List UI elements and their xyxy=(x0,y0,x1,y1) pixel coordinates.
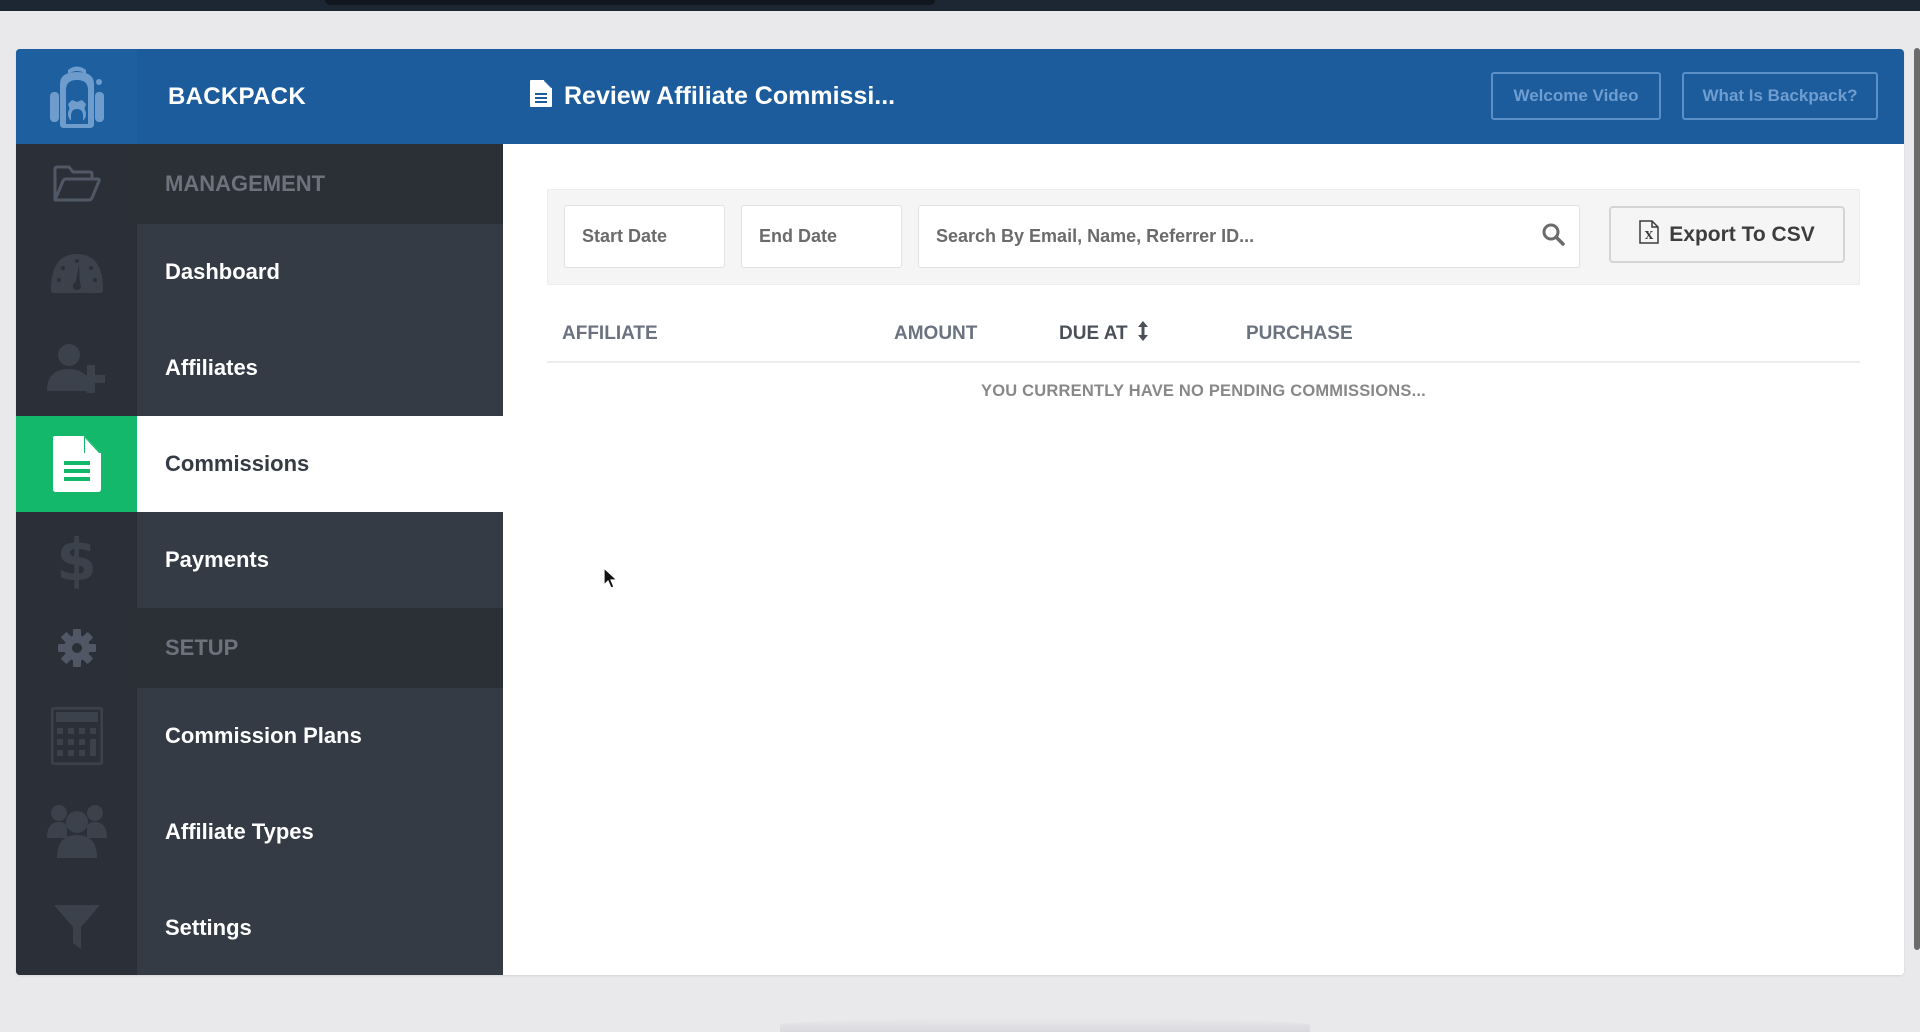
app-window: BACKPACK Review Affiliate Commissi... We… xyxy=(16,49,1904,975)
column-label: PURCHASE xyxy=(1246,323,1353,344)
sidebar-item-settings[interactable]: Settings xyxy=(16,880,503,975)
page-scrollbar[interactable] xyxy=(1914,48,1920,950)
column-label: AMOUNT xyxy=(894,323,978,344)
welcome-video-button[interactable]: Welcome Video xyxy=(1491,72,1661,120)
sort-arrows-icon[interactable] xyxy=(1137,321,1148,347)
dashboard-gauge-icon xyxy=(16,224,137,320)
column-header-due-at[interactable]: DUE AT xyxy=(1059,307,1148,361)
search-input[interactable]: Search By Email, Name, Referrer ID... xyxy=(918,205,1580,268)
export-csv-button[interactable]: X Export To CSV xyxy=(1609,206,1845,263)
sidebar-item-label: Settings xyxy=(165,915,252,940)
user-plus-icon xyxy=(16,320,137,416)
sidebar-item-commission-plans[interactable]: Commission Plans xyxy=(16,688,503,784)
sidebar-item-label: Commissions xyxy=(165,451,310,476)
end-date-placeholder: End Date xyxy=(759,226,838,246)
table-header: AFFILIATE AMOUNT DUE AT PURCHASE xyxy=(547,307,1860,363)
filter-funnel-icon xyxy=(16,880,137,975)
search-placeholder: Search By Email, Name, Referrer ID... xyxy=(936,226,1255,246)
users-group-icon xyxy=(16,784,137,880)
os-top-bar xyxy=(0,0,1920,11)
sidebar-section-setup: SETUP xyxy=(16,608,503,688)
column-header-purchase[interactable]: PURCHASE xyxy=(1246,307,1353,361)
browser-tab-strip xyxy=(325,0,935,5)
sidebar-section-label: MANAGEMENT xyxy=(165,171,326,196)
start-date-input[interactable]: Start Date xyxy=(564,205,725,268)
start-date-placeholder: Start Date xyxy=(582,226,668,246)
end-date-input[interactable]: End Date xyxy=(741,205,902,268)
what-is-backpack-button[interactable]: What Is Backpack? xyxy=(1682,72,1878,120)
sidebar-item-commissions[interactable]: Commissions xyxy=(16,416,503,512)
folder-open-icon xyxy=(16,144,137,224)
sidebar-item-label: Dashboard xyxy=(165,259,280,284)
export-csv-label: Export To CSV xyxy=(1669,222,1815,246)
search-icon[interactable] xyxy=(1541,222,1565,251)
column-header-affiliate[interactable]: AFFILIATE xyxy=(562,307,658,361)
mouse-cursor-icon xyxy=(603,566,619,596)
document-icon xyxy=(16,416,137,512)
app-header: BACKPACK Review Affiliate Commissi... We… xyxy=(16,49,1904,144)
sidebar-item-dashboard[interactable]: Dashboard xyxy=(16,224,503,320)
brand-name: BACKPACK xyxy=(168,83,306,110)
sidebar-item-affiliate-types[interactable]: Affiliate Types xyxy=(16,784,503,880)
backpack-logo-icon[interactable] xyxy=(16,49,137,144)
sidebar-item-label: Payments xyxy=(165,547,269,572)
sidebar: MANAGEMENT Dashboard Affiliates Commissi… xyxy=(16,144,503,975)
empty-state-message: YOU CURRENTLY HAVE NO PENDING COMMISSION… xyxy=(981,382,1426,400)
sidebar-item-affiliates[interactable]: Affiliates xyxy=(16,320,503,416)
excel-file-icon: X xyxy=(1639,219,1660,250)
sidebar-item-label: Affiliates xyxy=(165,355,258,380)
filter-bar: Start Date End Date Search By Email, Nam… xyxy=(547,189,1860,285)
gear-icon xyxy=(16,608,137,688)
column-label: DUE AT xyxy=(1059,323,1128,344)
sidebar-item-payments[interactable]: $ Payments xyxy=(16,512,503,608)
document-icon xyxy=(530,79,552,114)
page-title: Review Affiliate Commissi... xyxy=(530,49,895,144)
dock-shadow xyxy=(780,1018,1310,1032)
sidebar-item-label: Commission Plans xyxy=(165,723,362,748)
sidebar-section-management: MANAGEMENT xyxy=(16,144,503,224)
svg-text:X: X xyxy=(1645,229,1654,242)
main-content: Start Date End Date Search By Email, Nam… xyxy=(503,144,1904,975)
page-title-text: Review Affiliate Commissi... xyxy=(564,82,896,110)
calculator-icon xyxy=(16,688,137,784)
sidebar-item-label: Affiliate Types xyxy=(165,819,314,844)
sidebar-section-label: SETUP xyxy=(165,635,239,660)
column-label: AFFILIATE xyxy=(562,323,658,344)
dollar-icon: $ xyxy=(16,512,137,608)
column-header-amount[interactable]: AMOUNT xyxy=(894,307,977,361)
